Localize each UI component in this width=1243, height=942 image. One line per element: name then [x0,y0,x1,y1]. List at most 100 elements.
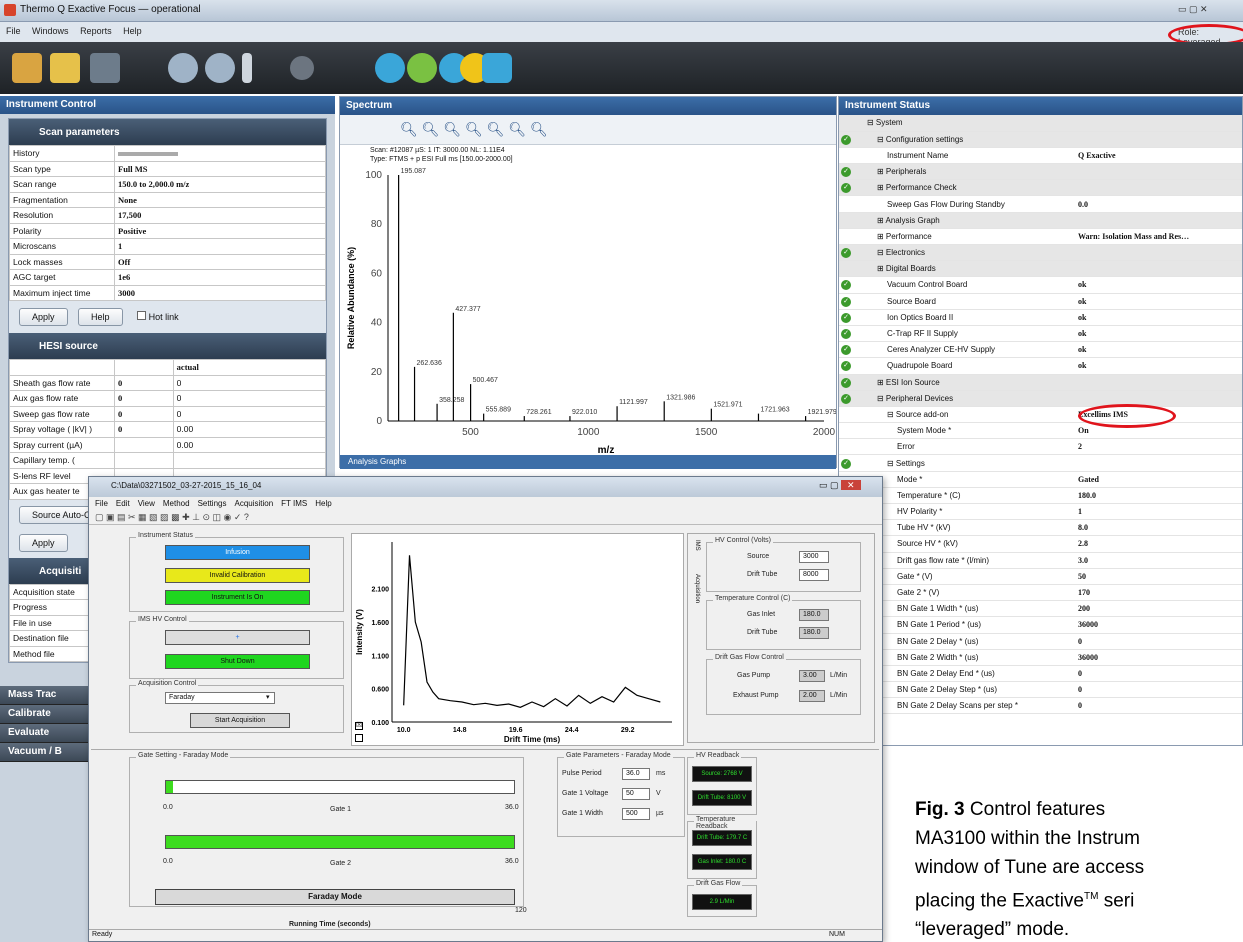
hesi-source-header[interactable]: HESI source [9,333,326,359]
scan-param-row[interactable]: Lock masses Off [9,253,326,270]
infusion-button[interactable]: Infusion [165,545,310,560]
apply-button[interactable]: Apply [19,308,68,326]
status-row[interactable]: Gate * (V) 50 [839,568,1242,585]
hesi-row[interactable]: Capillary temp. ( [9,452,327,469]
nav-1[interactable]: Calibrate [0,705,90,724]
open-folder-icon[interactable] [50,53,80,83]
hesi-row[interactable]: Sheath gas flow rate 0 0 [9,374,327,391]
status-row[interactable]: BN Gate 2 Width * (us) 36000 [839,649,1242,666]
nav-3[interactable]: Vacuum / B [0,743,90,762]
lc-icon[interactable] [290,56,314,80]
exhaust-pump-input[interactable]: 2.00 [799,690,825,702]
scan-param-value[interactable]: 17,500 [114,207,326,224]
status-row[interactable]: BN Gate 1 Width * (us) 200 [839,600,1242,618]
scan-param-row[interactable]: Scan type Full MS [9,160,326,177]
gate1-slider[interactable] [165,780,515,794]
hesi-setpoint[interactable] [114,436,174,453]
hesi-setpoint[interactable]: 0 [114,405,174,422]
scan-param-value[interactable]: 3000 [114,284,326,301]
apply-source-button[interactable]: Apply [19,533,68,552]
menu-file[interactable]: File [6,26,21,36]
ims-menu-7[interactable]: Help [315,499,331,508]
hesi-row[interactable]: Sweep gas flow rate 0 0 [9,405,327,422]
scan-param-value[interactable]: 1e6 [114,269,326,286]
plot-checkbox-1[interactable]: ☒ [355,722,363,730]
gate2-slider[interactable] [165,835,515,849]
scan-param-row[interactable]: History [9,145,326,162]
status-row[interactable]: Instrument Name Q Exactive [839,147,1242,165]
status-row[interactable]: ⊞ Analysis Graph [839,212,1242,229]
zoom-in-icon[interactable]: 🔍︎ 🔍︎ 🔍︎ 🔍︎ 🔍︎ 🔍︎ 🔍︎ [400,121,548,138]
status-row[interactable]: ✓ ⊟ Settings [839,454,1242,472]
status-row[interactable]: BN Gate 2 Delay Scans per step * 0 [839,697,1242,715]
status-row[interactable]: Sweep Gas Flow During Standby 0.0 [839,195,1242,213]
gate1-voltage-input[interactable]: 50 [622,788,650,800]
settings-gear2-icon[interactable] [205,53,235,83]
status-row[interactable]: Gate 2 * (V) 170 [839,584,1242,602]
status-row[interactable]: Mode * Gated [839,471,1242,488]
status-row[interactable]: ✓ ⊟ Peripheral Devices [839,390,1242,407]
status-row[interactable]: BN Gate 2 Delay * (us) 0 [839,633,1242,650]
nav-2[interactable]: Evaluate [0,724,90,743]
status-row[interactable]: ⊟ Source add-on Excellims IMS [839,406,1242,424]
status-row[interactable]: BN Gate 1 Period * (us) 36000 [839,616,1242,634]
scan-param-row[interactable]: Microscans 1 [9,238,326,255]
shut-down-button[interactable]: Shut Down [165,654,310,669]
status-row[interactable]: ✓ Quadrupole Board ok [839,357,1242,375]
hesi-row[interactable]: Aux gas flow rate 0 0 [9,390,327,407]
start-acquisition-button[interactable]: Start Acquisition [190,713,290,728]
status-row[interactable]: System Mode * On [839,422,1242,440]
ims-menu-5[interactable]: Acquisition [234,499,273,508]
chevron-down-icon[interactable]: ▾ [266,693,270,701]
pen-icon[interactable] [242,53,252,83]
scan-param-value[interactable]: 150.0 to 2,000.0 m/z [114,176,326,193]
status-row[interactable]: ⊞ Digital Boards [839,260,1242,278]
menu-windows[interactable]: Windows [32,26,69,36]
status-row[interactable]: BN Gate 2 Delay Step * (us) 0 [839,681,1242,699]
status-row[interactable]: Source HV * (kV) 2.8 [839,535,1242,553]
scan-param-value[interactable]: Off [114,253,326,270]
ims-menu-3[interactable]: Method [163,499,190,508]
ims-window-controls[interactable]: ▭ ▢ ✕ [819,480,861,491]
status-row[interactable]: ⊞ Performance Warn: Isolation Mass and Re… [839,228,1242,246]
source-voltage-input[interactable]: 3000 [799,551,829,563]
status-row[interactable]: BN Gate 2 Delay End * (us) 0 [839,665,1242,683]
scan-param-value[interactable]: Positive [114,222,326,239]
scan-param-row[interactable]: Fragmentation None [9,191,326,208]
status-row[interactable]: ✓ ⊟ Configuration settings [839,131,1242,148]
ims-menu-0[interactable]: File [95,499,108,508]
scan-param-row[interactable]: Resolution 17,500 [9,207,326,224]
instrument-on-button[interactable]: Instrument Is On [165,590,310,605]
mode-icon-1[interactable] [375,53,405,83]
plot-checkbox-2[interactable] [355,734,363,742]
mode-icon-2[interactable] [407,53,437,83]
scan-param-value[interactable]: None [114,191,326,208]
status-row[interactable]: HV Polarity * 1 [839,503,1242,521]
status-row[interactable]: ✓ Source Board ok [839,293,1242,310]
drift-tube-voltage-input[interactable]: 8000 [799,569,829,581]
ims-menu-1[interactable]: Edit [116,499,130,508]
gas-inlet-temp[interactable]: 180.0 [799,609,829,621]
status-row[interactable]: ✓ ⊞ ESI Ion Source [839,374,1242,391]
hotlink-checkbox[interactable] [137,311,147,320]
save-icon[interactable] [90,53,120,83]
status-row[interactable]: ✓ ⊞ Peripherals [839,163,1242,181]
ims-menu-4[interactable]: Settings [198,499,227,508]
menu-help[interactable]: Help [123,26,142,36]
hesi-setpoint[interactable] [114,452,174,469]
hesi-row[interactable]: Spray current (µA) 0.00 [9,436,327,453]
ims-menu-6[interactable]: FT IMS [281,499,307,508]
scan-param-row[interactable]: Scan range 150.0 to 2,000.0 m/z [9,176,326,193]
status-row[interactable]: ✓ C-Trap RF II Supply ok [839,325,1242,343]
window-controls[interactable]: ▭ ▢ ✕ [1178,4,1238,17]
instrument-icon[interactable] [12,53,42,83]
scan-param-value[interactable]: Full MS [114,160,326,177]
scan-param-value[interactable]: 1 [114,238,326,255]
drift-tube-temp[interactable]: 180.0 [799,627,829,639]
menu-reports[interactable]: Reports [80,26,112,36]
ims-menu-2[interactable]: View [138,499,155,508]
help-button[interactable]: Help [78,308,123,326]
tab-acquisition[interactable]: Acquisition [690,574,700,603]
scan-param-row[interactable]: Polarity Positive [9,222,326,239]
hesi-row[interactable]: Spray voltage ( |kV| ) 0 0.00 [9,421,327,438]
